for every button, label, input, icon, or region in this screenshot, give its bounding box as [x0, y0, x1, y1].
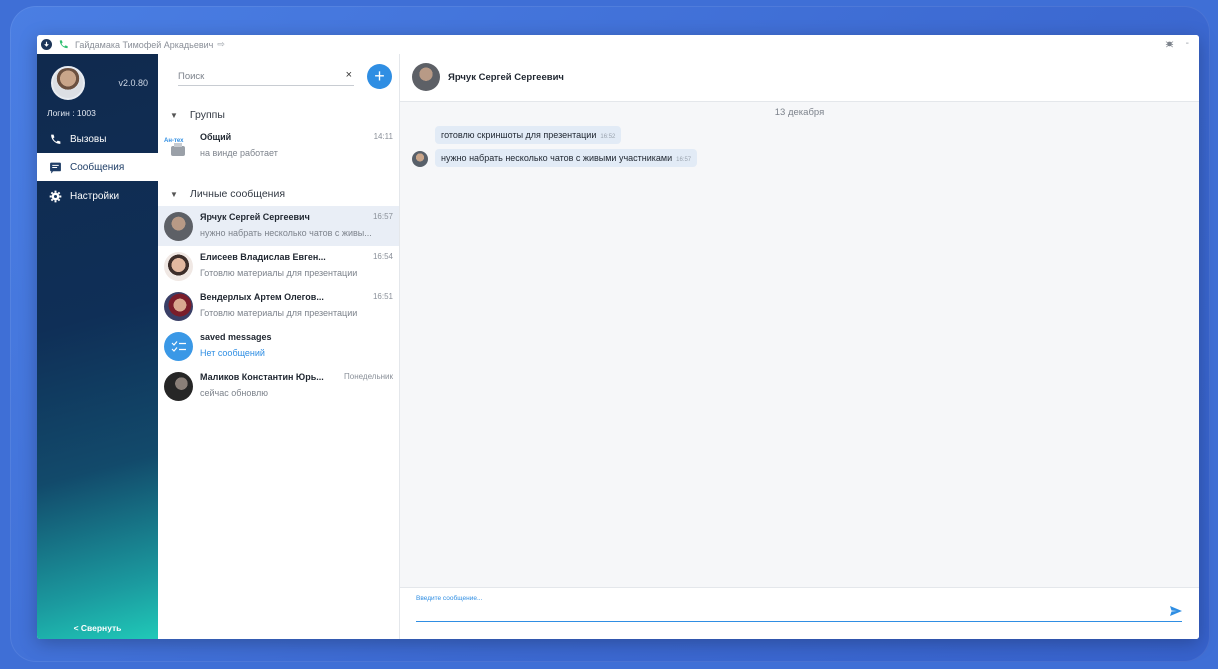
groups-header: Группы	[189, 109, 225, 121]
date-separator: 13 декабря	[774, 107, 825, 118]
sidebar-item-label: Вызовы	[70, 133, 107, 145]
app-version: v2.0.80	[118, 78, 148, 88]
chevron-down-icon: ▼	[170, 110, 178, 120]
chevron-down-icon: ▼	[170, 189, 178, 199]
gear-icon	[49, 190, 62, 202]
login-label: Логин : 1003	[47, 108, 96, 118]
message-bubble[interactable]: нужно набрать несколько чатов с живыми у…	[435, 149, 698, 167]
avatar	[412, 151, 428, 167]
sidebar-item-calls[interactable]: Вызовы	[37, 125, 158, 153]
printer-icon	[171, 143, 185, 156]
sidebar-item-label: Настройки	[70, 190, 120, 202]
conversation-header: Ярчук Сергей Сергеевич	[400, 54, 1199, 102]
composer-label: Введите сообщение...	[416, 595, 483, 602]
conversation-title: Ярчук Сергей Сергеевич	[448, 72, 564, 83]
chat-item-malikov[interactable]: Маликов Константин Юрь... Понедельник се…	[158, 366, 399, 406]
avatar[interactable]	[412, 63, 440, 91]
avatar	[164, 372, 193, 401]
chat-item-eliseev[interactable]: Елисеев Владислав Евген... 16:54 Готовлю…	[158, 246, 399, 286]
private-header: Личные сообщения	[189, 188, 286, 200]
message-input[interactable]	[416, 606, 1182, 622]
chat-name: Вендерлых Артем Олегов...	[200, 292, 324, 302]
logout-icon[interactable]: ⇨	[217, 39, 225, 50]
chat-preview: сейчас обновлю	[200, 388, 268, 398]
chat-name: Ярчук Сергей Сергеевич	[200, 212, 310, 222]
sidebar-item-messages[interactable]: Сообщения	[37, 153, 158, 181]
phone-icon	[51, 134, 61, 144]
chat-name: Елисеев Владислав Евген...	[200, 252, 326, 262]
chat-time: 14:11	[373, 132, 393, 141]
avatar	[164, 212, 193, 241]
chat-preview: Готовлю материалы для презентации	[200, 268, 358, 278]
groups-section-toggle[interactable]: ▼ Группы	[170, 109, 225, 121]
avatar	[164, 292, 193, 321]
chat-preview: на винде работает	[200, 148, 278, 158]
chat-preview: нужно набрать несколько чатов с живы...	[200, 228, 372, 238]
message-time: 16:52	[600, 134, 616, 140]
sidebar-item-label: Сообщения	[70, 161, 125, 173]
user-avatar[interactable]	[51, 66, 85, 100]
current-user-name: Гайдамака Тимофей Аркадьевич	[75, 39, 214, 50]
avatar	[164, 252, 193, 281]
phone-status-icon[interactable]	[58, 39, 69, 50]
chat-item-saved-messages[interactable]: saved messages Нет сообщений	[158, 326, 399, 366]
chat-preview: Нет сообщений	[200, 348, 265, 358]
private-section-toggle[interactable]: ▼ Личные сообщения	[170, 188, 285, 200]
bug-report-icon[interactable]	[1165, 39, 1174, 48]
message-bubble[interactable]: готовлю скриншоты для презентации 16:52	[435, 126, 622, 144]
chat-item-group-general[interactable]: Ан-тех Общий 14:11 на винде работает	[158, 126, 399, 166]
chat-item-yarchuk[interactable]: Ярчук Сергей Сергеевич 16:57 нужно набра…	[158, 206, 399, 246]
sidebar: v2.0.80 Логин : 1003 Вызовы Сообщения На…	[37, 54, 158, 639]
new-chat-button[interactable]: +	[367, 64, 392, 89]
collapse-sidebar-button[interactable]: < Свернуть	[37, 623, 158, 633]
minimize-button[interactable]: -	[1186, 39, 1189, 49]
chat-name: Общий	[200, 132, 232, 142]
group-logo: Ан-тех	[164, 132, 193, 161]
clear-search-icon[interactable]: ×	[346, 69, 352, 81]
chat-icon	[50, 162, 61, 173]
chat-time: 16:54	[372, 252, 393, 261]
message-text: готовлю скриншоты для презентации	[441, 130, 597, 140]
chat-list-panel: × + ▼ Группы Ан-тех Общий 14:11 на винде…	[158, 54, 400, 639]
saved-messages-icon	[164, 332, 193, 361]
title-bar: Гайдамака Тимофей Аркадьевич ⇨ -	[37, 35, 1199, 54]
sidebar-item-settings[interactable]: Настройки	[37, 182, 158, 210]
search-box: ×	[178, 66, 354, 86]
app-logo-icon	[41, 39, 52, 50]
app-window: Гайдамака Тимофей Аркадьевич ⇨ - v2.0.80…	[37, 35, 1199, 639]
message-composer: Введите сообщение...	[400, 587, 1199, 639]
message-time: 16:57	[676, 157, 692, 163]
chat-item-venderlyh[interactable]: Вендерлых Артем Олегов... 16:51 Готовлю …	[158, 286, 399, 326]
message-text: нужно набрать несколько чатов с живыми у…	[441, 153, 673, 163]
chat-time: 16:51	[372, 292, 393, 301]
conversation-panel: Ярчук Сергей Сергеевич 13 декабря готовл…	[400, 54, 1199, 639]
chat-preview: Готовлю материалы для презентации	[200, 308, 358, 318]
send-icon[interactable]	[1169, 604, 1183, 618]
chat-name: Маликов Константин Юрь...	[200, 372, 324, 382]
chat-time: Понедельник	[344, 372, 393, 381]
chat-time: 16:57	[372, 212, 393, 221]
chat-name: saved messages	[200, 332, 272, 342]
search-input[interactable]	[178, 68, 338, 82]
